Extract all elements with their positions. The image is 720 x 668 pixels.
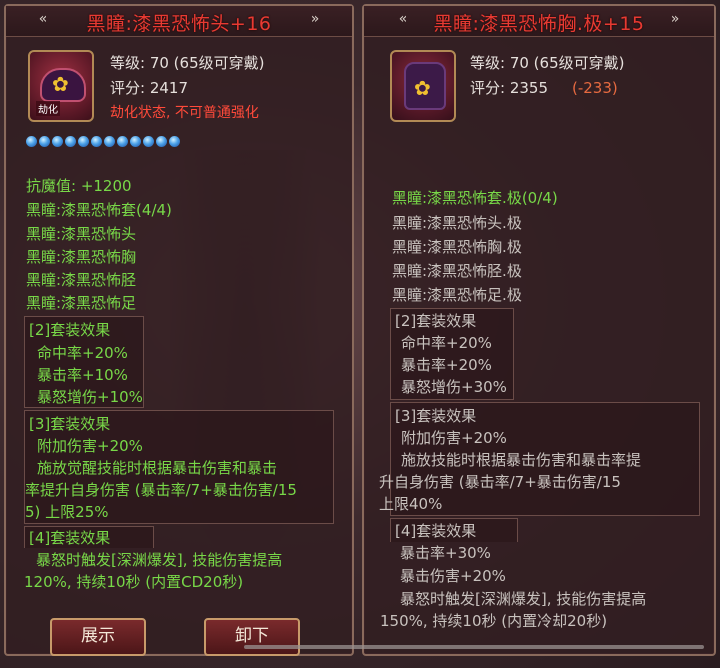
set-name: 黑瞳:漆黑恐怖套(4/4)	[26, 201, 172, 219]
compare-item-tooltip: « 黑瞳:漆黑恐怖胸.极+15 » ✿ 等级: 70 (65级可穿戴) 评分: …	[362, 4, 716, 656]
set-effect-header: [2]套装效果	[29, 321, 111, 339]
set-effect-3: [3]套装效果 附加伤害+20% 施放觉醒技能时根据暴击伤害和暴击 率提升自身伤…	[24, 410, 334, 524]
set-effect-line: 命中率+20%	[401, 334, 492, 352]
item-level: 等级: 70 (65级可穿戴)	[110, 54, 265, 72]
title-ornament-right-icon: »	[670, 11, 680, 27]
set-effect-header: [4]套装效果	[395, 522, 477, 540]
score-difference: (-233)	[572, 79, 618, 97]
title-bar: « 黑瞳:漆黑恐怖胸.极+15 »	[364, 6, 714, 37]
set-effect-2: [2]套装效果 命中率+20% 暴击率+20% 暴怒增伤+30%	[390, 308, 514, 400]
stat-line: 抗魔值: +1200	[26, 177, 132, 195]
set-effect-line: 150%, 持续10秒 (内置冷却20秒)	[380, 612, 608, 630]
set-effect-header: [2]套装效果	[395, 312, 477, 330]
set-effect-2: [2]套装效果 命中率+20% 暴击率+10% 暴怒增伤+10%	[24, 316, 144, 408]
gem-icon	[65, 136, 76, 147]
gem-icon	[78, 136, 89, 147]
set-name: 黑瞳:漆黑恐怖套.极(0/4)	[392, 189, 558, 207]
set-effect-line: 暴击率+30%	[400, 544, 491, 562]
set-item: 黑瞳:漆黑恐怖胸	[26, 248, 137, 266]
set-effect-line: 暴怒时触发[深渊爆发], 技能伤害提高	[400, 590, 647, 608]
set-effect-4: [4]套装效果	[24, 526, 154, 548]
item-score: 评分: 2417	[110, 79, 188, 97]
gem-icon	[52, 136, 63, 147]
flower-ornament-icon: ✿	[52, 72, 69, 96]
title-ornament-right-icon: »	[310, 11, 320, 27]
set-effect-header: [3]套装效果	[395, 407, 477, 425]
set-effect-line: 暴怒时触发[深渊爆发], 技能伤害提高	[36, 551, 283, 569]
gem-icon	[156, 136, 167, 147]
item-status: 劫化状态, 不可普通强化	[110, 105, 259, 121]
set-effect-line: 附加伤害+20%	[401, 429, 507, 447]
set-effect-line: 暴击伤害+20%	[400, 567, 506, 585]
item-badge: 劫化	[36, 101, 60, 116]
item-level: 等级: 70 (65级可穿戴)	[470, 54, 625, 72]
set-item: 黑瞳:漆黑恐怖足	[26, 294, 137, 312]
set-item: 黑瞳:漆黑恐怖足.极	[392, 286, 522, 304]
set-effect-line: 暴怒增伤+30%	[401, 378, 507, 396]
item-title: 黑瞳:漆黑恐怖胸.极+15	[433, 13, 645, 35]
chest-armor-item-icon: ✿	[390, 50, 456, 122]
set-effect-line: 暴怒增伤+10%	[37, 388, 143, 406]
title-ornament-left-icon: «	[38, 11, 48, 27]
set-effect-line: 命中率+20%	[37, 344, 128, 362]
item-score: 评分: 2355	[470, 79, 548, 97]
helmet-item-icon: ✿ 劫化	[28, 50, 94, 122]
set-item: 黑瞳:漆黑恐怖胸.极	[392, 238, 522, 256]
gem-icon	[117, 136, 128, 147]
set-effect-3: [3]套装效果 附加伤害+20% 施放技能时根据暴击伤害和暴击率提 升自身伤害 …	[379, 402, 700, 516]
set-effect-line: 率提升自身伤害 (暴击率/7+暴击伤害/15	[25, 481, 297, 499]
set-item: 黑瞳:漆黑恐怖头.极	[392, 214, 522, 232]
set-effect-line: 暴击率+20%	[401, 356, 492, 374]
set-effect-line: 施放觉醒技能时根据暴击伤害和暴击	[37, 459, 278, 477]
gem-icon	[143, 136, 154, 147]
gem-icon	[104, 136, 115, 147]
flower-ornament-icon: ✿	[414, 76, 431, 100]
set-effect-line: 5) 上限25%	[25, 503, 109, 521]
set-effect-line: 附加伤害+20%	[37, 437, 143, 455]
set-effect-line: 120%, 持续10秒 (内置CD20秒)	[24, 573, 244, 591]
title-ornament-left-icon: «	[398, 11, 408, 27]
set-item: 黑瞳:漆黑恐怖胫	[26, 271, 137, 289]
set-effect-header: [4]套装效果	[29, 529, 111, 547]
unequip-button[interactable]: 卸下	[204, 618, 300, 656]
gem-icon	[39, 136, 50, 147]
set-effect-line: 施放技能时根据暴击伤害和暴击率提	[401, 451, 642, 469]
title-bar: « 黑瞳:漆黑恐怖头+16 »	[6, 6, 352, 37]
gem-icon	[26, 136, 37, 147]
set-effect-4: [4]套装效果	[390, 518, 518, 542]
horizontal-scrollbar[interactable]	[244, 645, 704, 649]
gem-slots	[26, 132, 182, 147]
gem-icon	[169, 136, 180, 147]
item-title: 黑瞳:漆黑恐怖头+16	[86, 13, 272, 35]
gem-icon	[91, 136, 102, 147]
set-effect-line: 暴击率+10%	[37, 366, 128, 384]
set-effect-header: [3]套装效果	[29, 415, 111, 433]
set-effect-line: 上限40%	[379, 495, 443, 513]
set-item: 黑瞳:漆黑恐怖头	[26, 225, 137, 243]
gem-icon	[130, 136, 141, 147]
equipped-item-tooltip: « 黑瞳:漆黑恐怖头+16 » ✿ 劫化 等级: 70 (65级可穿戴) 评分:…	[4, 4, 354, 656]
set-effect-line: 升自身伤害 (暴击率/7+暴击伤害/15	[379, 473, 621, 491]
set-item: 黑瞳:漆黑恐怖胫.极	[392, 262, 522, 280]
show-button[interactable]: 展示	[50, 618, 146, 656]
